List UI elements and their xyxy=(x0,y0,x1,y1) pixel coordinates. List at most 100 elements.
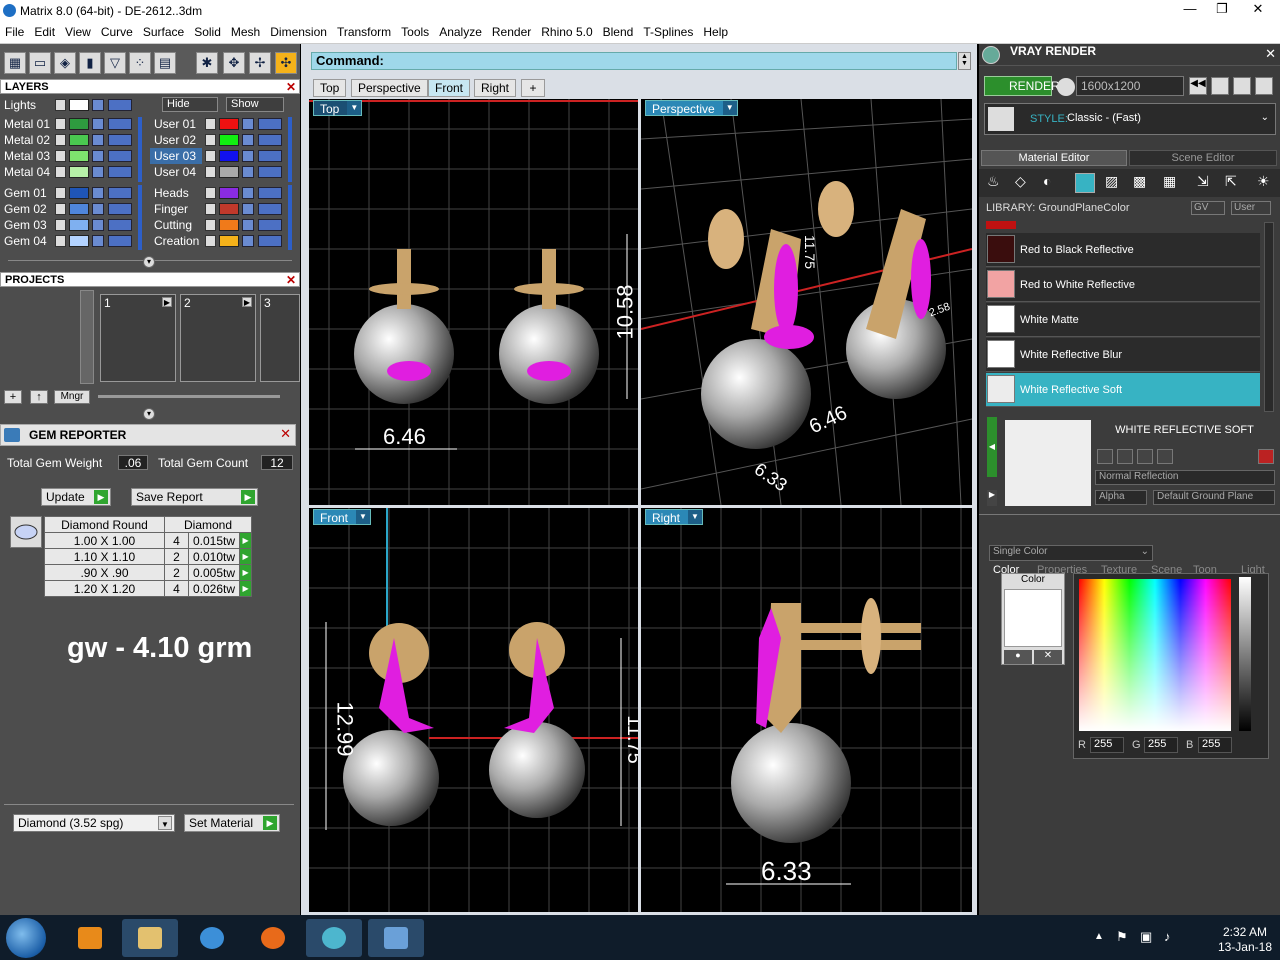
color-mode-select[interactable]: Single Color ⌄ xyxy=(989,545,1153,561)
expand-icon[interactable] xyxy=(205,235,216,247)
pattern-icon[interactable]: ▩ xyxy=(1133,173,1151,193)
layer-name[interactable]: Creation xyxy=(150,233,202,249)
menu-view[interactable]: View xyxy=(60,22,96,39)
chevron-down-icon[interactable]: ⌄ xyxy=(1261,112,1269,123)
menu-render[interactable]: Render xyxy=(487,22,536,39)
lock-icon[interactable] xyxy=(92,235,104,247)
save-report-button[interactable]: Save Report ▶ xyxy=(131,488,258,506)
layer-name[interactable]: Gem 03 xyxy=(0,217,52,233)
layer-color-swatch[interactable] xyxy=(69,187,89,199)
layer-name[interactable]: Metal 02 xyxy=(0,132,52,148)
expand-icon[interactable] xyxy=(205,118,216,130)
expand-icon[interactable] xyxy=(205,166,216,178)
grid-view-icon[interactable] xyxy=(1255,77,1273,95)
projects-close-icon[interactable]: ✕ xyxy=(286,273,296,288)
menu-solid[interactable]: Solid xyxy=(189,22,226,39)
import-icon[interactable]: ⇲ xyxy=(1197,173,1215,193)
tab-front[interactable]: Front xyxy=(428,79,471,97)
bulb-icon[interactable]: ☀ xyxy=(1257,173,1275,193)
diamond-icon[interactable]: ◇ xyxy=(1015,173,1033,193)
expand-icon[interactable] xyxy=(205,150,216,162)
visibility-icon[interactable] xyxy=(258,203,282,215)
ground-plane-select[interactable]: Default Ground Plane xyxy=(1153,490,1275,505)
chevron-down-icon[interactable]: ▼ xyxy=(722,101,737,115)
layer-color-swatch[interactable] xyxy=(219,150,239,162)
resolution-select[interactable]: 1600x1200 xyxy=(1076,76,1184,96)
project-slider[interactable] xyxy=(98,395,280,398)
expand-icon[interactable] xyxy=(205,203,216,215)
render-button[interactable]: RENDER xyxy=(984,76,1060,96)
ie-button[interactable] xyxy=(184,919,240,957)
layer-color-swatch[interactable] xyxy=(219,118,239,130)
tab-scene-editor[interactable]: Scene Editor xyxy=(1129,150,1277,166)
project-slot-3[interactable]: 3 xyxy=(260,294,300,382)
row-play-icon[interactable]: ▶ xyxy=(239,532,253,549)
firefox-button[interactable] xyxy=(245,919,301,957)
layer-row[interactable]: User 03 xyxy=(150,148,290,164)
visibility-icon[interactable] xyxy=(108,118,132,130)
menu-help[interactable]: Help xyxy=(698,22,733,39)
viewport-right[interactable]: Right ▼ 6.33 xyxy=(641,508,972,912)
layer-row[interactable]: Metal 03 xyxy=(0,148,140,164)
layer-color-swatch[interactable] xyxy=(69,118,89,130)
expand-icon[interactable] xyxy=(55,219,66,231)
menu-rhino[interactable]: Rhino 5.0 xyxy=(536,22,597,39)
lock-icon[interactable] xyxy=(242,187,254,199)
show-button[interactable]: Show xyxy=(226,97,284,112)
chevron-down-icon[interactable]: ▼ xyxy=(356,510,371,524)
lock-icon[interactable] xyxy=(92,118,104,130)
lock-icon[interactable] xyxy=(92,203,104,215)
layer-color-swatch[interactable] xyxy=(219,166,239,178)
layer-name[interactable]: Gem 02 xyxy=(0,201,52,217)
lock-icon[interactable] xyxy=(242,203,254,215)
viewport-label-right[interactable]: Right ▼ xyxy=(645,509,704,525)
visibility-icon[interactable] xyxy=(258,134,282,146)
expand-icon[interactable] xyxy=(55,166,66,178)
layer-color-swatch[interactable] xyxy=(69,166,89,178)
maximize-button[interactable]: ❐ xyxy=(1206,0,1238,20)
viewport-label-perspective[interactable]: Perspective ▼ xyxy=(645,100,738,116)
lock-icon[interactable] xyxy=(92,166,104,178)
layer-row[interactable]: Gem 03 xyxy=(0,217,140,233)
visibility-icon[interactable] xyxy=(108,187,132,199)
media-player-button[interactable] xyxy=(62,919,118,957)
visibility-icon[interactable] xyxy=(258,187,282,199)
menu-blend[interactable]: Blend xyxy=(598,22,639,39)
reflection-select[interactable]: Normal Reflection xyxy=(1095,470,1275,485)
tray-arrow-icon[interactable]: ▲ xyxy=(1094,931,1104,942)
project-scrollbar[interactable] xyxy=(80,290,94,384)
gv-toggle[interactable]: GV xyxy=(1191,201,1225,215)
layer-row[interactable]: Gem 02 xyxy=(0,201,140,217)
lock-icon[interactable] xyxy=(242,150,254,162)
visibility-icon[interactable] xyxy=(108,235,132,247)
material-item[interactable]: White Matte xyxy=(986,303,1260,337)
network-icon[interactable]: ▣ xyxy=(1140,929,1152,945)
rewind-icon[interactable]: ◀◀ xyxy=(1189,77,1207,95)
list-icon[interactable] xyxy=(1233,77,1251,95)
chevron-down-icon[interactable]: ▼ xyxy=(158,816,172,830)
update-button[interactable]: Update ▶ xyxy=(41,488,111,506)
action-center-icon[interactable]: ⚑ xyxy=(1116,929,1128,945)
set-material-button[interactable]: Set Material ▶ xyxy=(184,814,280,832)
lock-icon[interactable] xyxy=(242,134,254,146)
hide-button[interactable]: Hide xyxy=(162,97,218,112)
expand-icon[interactable] xyxy=(55,203,66,215)
layer-color-swatch[interactable] xyxy=(69,203,89,215)
material-item[interactable]: Red to Black Reflective xyxy=(986,233,1260,267)
layer-row[interactable]: Gem 04 xyxy=(0,233,140,249)
checker-icon[interactable]: ▦ xyxy=(1163,173,1181,193)
hue-field[interactable] xyxy=(1079,579,1231,731)
layer-name[interactable]: Gem 01 xyxy=(0,185,52,201)
tab-right[interactable]: Right xyxy=(474,79,517,97)
lock-icon[interactable] xyxy=(92,187,104,199)
export-icon[interactable]: ⇱ xyxy=(1225,173,1243,193)
add-tab-button[interactable]: + xyxy=(521,79,545,97)
light-swatch[interactable] xyxy=(69,99,89,111)
explorer-button[interactable] xyxy=(122,919,178,957)
layer-name[interactable]: Cutting xyxy=(150,217,202,233)
lock-icon[interactable] xyxy=(92,150,104,162)
expand-icon[interactable] xyxy=(205,134,216,146)
layer-color-swatch[interactable] xyxy=(219,203,239,215)
visibility-icon[interactable] xyxy=(108,203,132,215)
layer-color-swatch[interactable] xyxy=(69,134,89,146)
